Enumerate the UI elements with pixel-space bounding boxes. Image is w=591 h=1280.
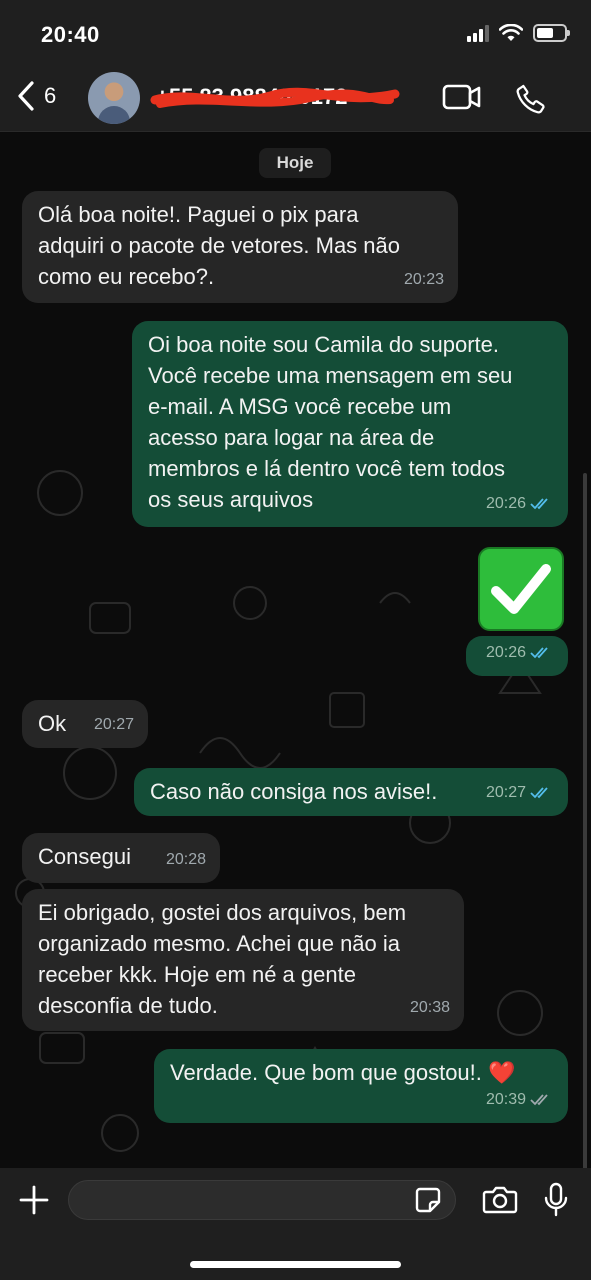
message-meta: 20:28 [166, 844, 206, 875]
status-bar: 20:40 [0, 0, 591, 66]
message-bubble-outgoing[interactable]: 20:26 [466, 636, 568, 676]
wifi-icon [499, 24, 523, 41]
check-mark-button-emoji[interactable] [478, 547, 564, 631]
message-meta: 20:26 [486, 637, 554, 668]
chat-scrollbar[interactable] [583, 473, 587, 1168]
home-indicator[interactable] [190, 1261, 401, 1268]
message-bubble-incoming[interactable]: Consegui 20:28 [22, 833, 220, 883]
chat-header: 6 +55 83 98846-0172 [0, 66, 591, 132]
message-time: 20:39 [485, 1091, 526, 1108]
plus-icon[interactable] [18, 1184, 50, 1216]
message-bubble-incoming[interactable]: Ok 20:27 [22, 700, 148, 748]
message-meta: 20:23 [404, 264, 444, 295]
voice-call-icon[interactable] [514, 82, 548, 116]
message-meta: 20:38 [410, 992, 450, 1023]
cellular-signal-icon [467, 24, 489, 42]
message-bubble-incoming[interactable]: Olá boa noite!. Paguei o pix para adquir… [22, 191, 458, 303]
message-time: 20:28 [165, 851, 206, 868]
message-meta: 20:27 [94, 709, 134, 740]
video-call-icon[interactable] [442, 82, 482, 112]
message-meta: 20:27 [486, 777, 554, 808]
back-button[interactable]: 6 [16, 80, 56, 112]
message-time: 20:26 [485, 644, 526, 661]
message-bubble-outgoing[interactable]: Caso não consiga nos avise!. 20:27 [134, 768, 568, 816]
message-time: 20:27 [93, 716, 134, 733]
composer-bar [0, 1168, 591, 1280]
status-icons [467, 24, 570, 42]
chat-area[interactable]: Hoje Olá boa noite!. Paguei o pix para a… [0, 133, 591, 1168]
delivered-ticks-icon [530, 1093, 548, 1105]
read-ticks-icon [530, 646, 548, 658]
message-meta: 20:26 [486, 488, 554, 519]
message-bubble-outgoing[interactable]: Oi boa noite sou Camila do suporte. Você… [132, 321, 568, 527]
redaction-scribble [150, 87, 400, 108]
battery-icon [533, 24, 570, 42]
message-bubble-outgoing[interactable]: Verdade. Que bom que gostou!. ❤️ 20:39 [154, 1049, 568, 1123]
message-text: Olá boa noite!. Paguei o pix para adquir… [38, 202, 401, 289]
read-ticks-icon [530, 786, 548, 798]
microphone-icon[interactable] [544, 1182, 568, 1218]
message-time: 20:26 [485, 495, 526, 512]
message-bubble-incoming[interactable]: Ei obrigado, gostei dos arquivos, bem or… [22, 889, 464, 1031]
check-mark-icon [491, 564, 551, 614]
chevron-left-icon [18, 81, 34, 111]
message-time: 20:38 [409, 999, 450, 1016]
message-time: 20:27 [485, 784, 526, 801]
camera-icon[interactable] [482, 1184, 518, 1214]
date-chip: Hoje [259, 148, 331, 178]
read-ticks-icon [530, 497, 548, 509]
status-time: 20:40 [41, 22, 100, 47]
message-meta: 20:39 [486, 1084, 554, 1115]
contact-avatar[interactable] [88, 72, 140, 124]
unread-count: 6 [44, 83, 57, 108]
sticker-icon[interactable] [414, 1186, 442, 1214]
message-time: 20:23 [403, 271, 444, 288]
message-input[interactable] [68, 1180, 456, 1220]
message-text: Ei obrigado, gostei dos arquivos, bem or… [38, 900, 407, 1018]
